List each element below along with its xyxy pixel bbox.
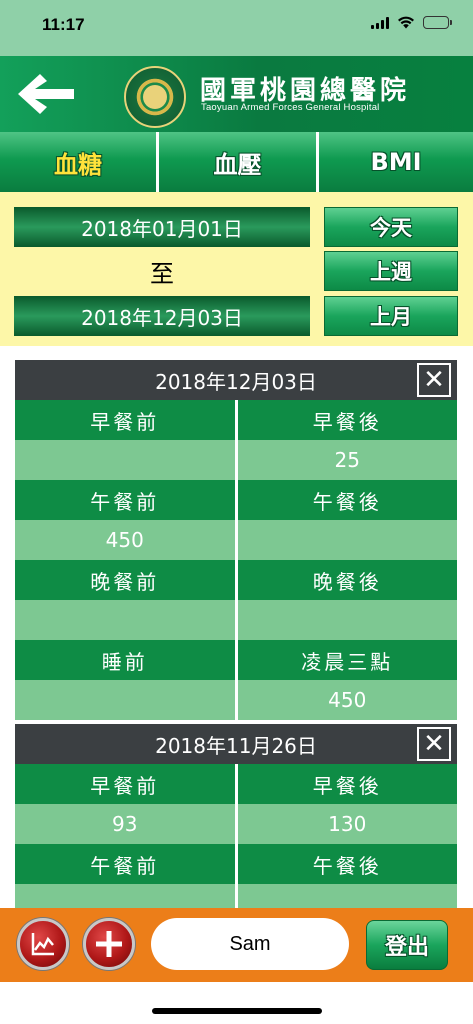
- value-3am[interactable]: 450: [237, 680, 457, 720]
- last-month-button[interactable]: 上月: [324, 296, 458, 336]
- label-before-breakfast: 早餐前: [15, 400, 235, 440]
- label-after-dinner: 晚餐後: [237, 560, 457, 600]
- label-after-breakfast: 早餐後: [237, 764, 457, 804]
- status-bar: 11:17: [0, 0, 473, 56]
- label-before-dinner: 晚餐前: [15, 560, 235, 600]
- value-after-lunch[interactable]: [237, 520, 457, 560]
- wifi-icon: [398, 16, 414, 29]
- record-date: 2018年11月26日: [155, 733, 317, 758]
- tab-blood-pressure[interactable]: 血壓: [159, 132, 316, 192]
- value-after-breakfast[interactable]: 130: [237, 804, 457, 844]
- value-before-breakfast[interactable]: [15, 440, 235, 480]
- plus-icon: [96, 931, 122, 957]
- hospital-logo-icon: [124, 66, 186, 128]
- measurement-tabs: 血糖 血壓 BMI: [0, 132, 473, 192]
- status-time: 11:17: [42, 15, 85, 34]
- record-card: 2018年12月03日 ✕ 早餐前 早餐後 25 午餐前 午餐後 450 晚餐前…: [15, 360, 457, 720]
- home-indicator[interactable]: [152, 1008, 322, 1014]
- bottom-toolbar: Sam 登出: [0, 908, 473, 982]
- label-before-lunch: 午餐前: [15, 844, 235, 884]
- hospital-name-english: Taoyuan Armed Forces General Hospital: [201, 102, 380, 113]
- record-card-header: 2018年12月03日 ✕: [15, 360, 457, 400]
- tab-blood-sugar[interactable]: 血糖: [0, 132, 156, 192]
- label-before-bed: 睡前: [15, 640, 235, 680]
- delete-record-button[interactable]: ✕: [417, 727, 451, 761]
- label-after-breakfast: 早餐後: [237, 400, 457, 440]
- delete-record-button[interactable]: ✕: [417, 363, 451, 397]
- value-before-lunch[interactable]: [15, 884, 235, 908]
- value-before-dinner[interactable]: [15, 600, 235, 640]
- label-before-breakfast: 早餐前: [15, 764, 235, 804]
- start-date-field[interactable]: 2018年01月01日: [14, 207, 310, 247]
- battery-icon: [423, 16, 452, 29]
- status-icons: [371, 16, 452, 29]
- value-before-breakfast[interactable]: 93: [15, 804, 235, 844]
- tab-bmi[interactable]: BMI: [319, 132, 473, 192]
- record-list[interactable]: 2018年12月03日 ✕ 早餐前 早餐後 25 午餐前 午餐後 450 晚餐前…: [15, 360, 457, 908]
- record-grid: 早餐前 早餐後 25 午餐前 午餐後 450 晚餐前 晚餐後 睡前 凌晨三點 4…: [15, 400, 457, 720]
- last-week-button[interactable]: 上週: [324, 251, 458, 291]
- label-before-lunch: 午餐前: [15, 480, 235, 520]
- end-date-field[interactable]: 2018年12月03日: [14, 296, 310, 336]
- value-after-dinner[interactable]: [237, 600, 457, 640]
- record-grid: 早餐前 早餐後 93 130 午餐前 午餐後: [15, 764, 457, 908]
- line-chart-icon: [31, 933, 54, 956]
- label-3am: 凌晨三點: [237, 640, 457, 680]
- chart-button[interactable]: [17, 918, 69, 970]
- app-header: 國軍桃園總醫院 Taoyuan Armed Forces General Hos…: [0, 56, 473, 132]
- value-before-bed[interactable]: [15, 680, 235, 720]
- value-after-lunch[interactable]: [237, 884, 457, 908]
- add-record-button[interactable]: [83, 918, 135, 970]
- value-before-lunch[interactable]: 450: [15, 520, 235, 560]
- label-after-lunch: 午餐後: [237, 844, 457, 884]
- value-after-breakfast[interactable]: 25: [237, 440, 457, 480]
- signal-icon: [371, 16, 389, 29]
- user-name-display[interactable]: Sam: [151, 918, 349, 970]
- back-button[interactable]: [14, 70, 78, 118]
- record-card: 2018年11月26日 ✕ 早餐前 早餐後 93 130 午餐前 午餐後: [15, 724, 457, 908]
- date-range-separator: 至: [150, 260, 174, 288]
- record-date: 2018年12月03日: [155, 369, 317, 394]
- back-arrow-icon: [18, 74, 74, 114]
- record-card-header: 2018年11月26日 ✕: [15, 724, 457, 764]
- today-button[interactable]: 今天: [324, 207, 458, 247]
- date-range-panel: 2018年01月01日 至 2018年12月03日 今天 上週 上月: [0, 192, 473, 346]
- logout-button[interactable]: 登出: [366, 920, 448, 970]
- label-after-lunch: 午餐後: [237, 480, 457, 520]
